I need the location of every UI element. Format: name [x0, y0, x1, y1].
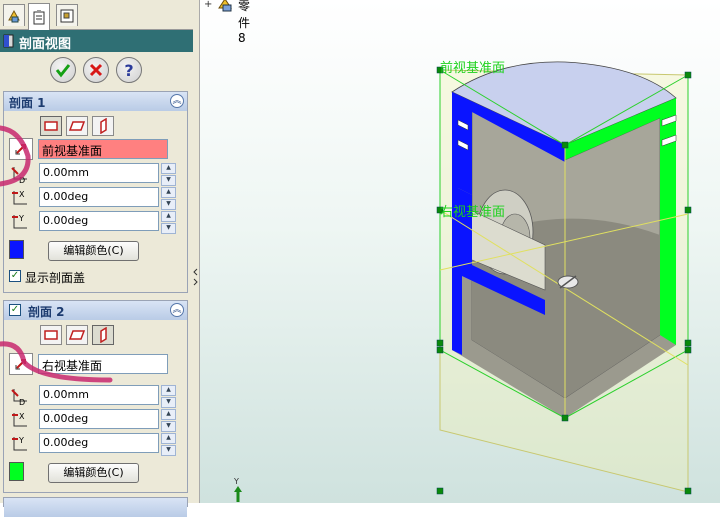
question-icon: ?	[124, 60, 134, 80]
front-plane-label[interactable]: 前视基准面	[440, 57, 505, 76]
feature-tree-tab[interactable]	[3, 4, 25, 26]
front-plane-icon	[44, 121, 58, 131]
distance-icon: D	[11, 167, 27, 184]
section-2-roty-field[interactable]: 0.00deg	[39, 433, 159, 453]
arrow-icon	[15, 144, 26, 155]
graphics-area[interactable]: + 零件8 Y 前视基准面 右视基准面	[200, 0, 720, 503]
svg-text:X: X	[19, 190, 25, 199]
section-2-title: 剖面 2	[28, 305, 65, 319]
front-plane-button[interactable]	[40, 116, 62, 136]
front-plane-icon	[44, 330, 58, 340]
right-plane-icon	[100, 327, 107, 343]
offset-spinner[interactable]: ▲ ▼	[161, 385, 176, 408]
right-plane-button[interactable]	[92, 116, 114, 136]
offset-spinner[interactable]: ▲ ▼	[161, 163, 176, 186]
section-1-reference-field[interactable]: 前视基准面	[38, 139, 168, 159]
section-2-rotx-field[interactable]: 0.00deg	[39, 409, 159, 429]
right-plane-icon	[100, 118, 107, 134]
reference-selector-icon[interactable]	[9, 138, 33, 160]
top-plane-icon	[69, 330, 85, 340]
section-1-edit-color-button[interactable]: 编辑颜色(C)	[48, 241, 139, 261]
section-2-group: ✓ 剖面 2 ︽ 右视基准面 D 0.00mm ▲ ▼ X 0.00deg ▲ ▼ …	[3, 300, 188, 493]
svg-text:D: D	[19, 398, 25, 406]
svg-text:D: D	[19, 176, 25, 184]
right-plane-label[interactable]: 右视基准面	[440, 201, 505, 220]
collapse-icon[interactable]: ︽	[170, 303, 184, 317]
configuration-manager-icon	[60, 9, 74, 22]
section-2-edit-color-button[interactable]: 编辑颜色(C)	[48, 463, 139, 483]
cancel-button[interactable]	[83, 57, 109, 83]
section-1-group: 剖面 1 ︽ 前视基准面 D 0.00mm ▲ ▼ X 0.00deg ▲ ▼ Y …	[3, 91, 188, 293]
ok-button[interactable]	[50, 57, 76, 83]
svg-text:Y: Y	[233, 477, 239, 486]
page-title: 剖面视图	[19, 37, 72, 52]
check-icon	[55, 64, 71, 78]
roty-spinner[interactable]: ▲ ▼	[161, 211, 176, 234]
property-manager-icon	[33, 10, 45, 25]
section-1-offset-field[interactable]: 0.00mm	[39, 163, 159, 183]
section-1-roty-row: Y 0.00deg ▲ ▼	[9, 211, 179, 234]
roty-spinner[interactable]: ▲ ▼	[161, 433, 176, 456]
section-view-icon	[3, 34, 14, 48]
svg-text:X: X	[19, 412, 25, 421]
show-cap-label: 显示剖面盖	[25, 271, 86, 285]
feature-tree-icon	[8, 9, 20, 22]
section-3-group	[3, 497, 188, 517]
svg-text:Y: Y	[18, 214, 24, 223]
section-2-header: ✓ 剖面 2 ︽	[4, 301, 187, 320]
rotx-spinner[interactable]: ▲ ▼	[161, 409, 176, 432]
section-1-roty-field[interactable]: 0.00deg	[39, 211, 159, 231]
section-1-header[interactable]: 剖面 1 ︽	[4, 92, 187, 111]
collapse-icon[interactable]: ︽	[170, 94, 184, 108]
rotate-x-icon: X	[12, 190, 27, 205]
x-icon	[89, 63, 103, 77]
svg-text:Y: Y	[18, 436, 24, 445]
show-cap-checkbox[interactable]: ✓	[9, 270, 21, 282]
rotate-y-icon: Y	[12, 214, 27, 229]
property-manager-header: 剖面视图	[0, 30, 193, 52]
section-3-header	[4, 498, 187, 517]
rotate-y-icon: Y	[12, 436, 27, 451]
rotation-triad-icon	[557, 275, 579, 289]
section-1-rotx-field[interactable]: 0.00deg	[39, 187, 159, 207]
top-plane-button[interactable]	[66, 325, 88, 345]
arrow-icon	[15, 359, 26, 370]
top-plane-button[interactable]	[66, 116, 88, 136]
section-1-offset-row: D 0.00mm ▲ ▼	[9, 163, 179, 186]
panel-splitter[interactable]	[193, 0, 200, 503]
section-2-roty-row: Y 0.00deg ▲ ▼	[9, 433, 179, 456]
manager-tabs	[0, 0, 193, 30]
section-1-color-swatch	[9, 240, 24, 259]
right-plane-button[interactable]	[92, 325, 114, 345]
rotx-spinner[interactable]: ▲ ▼	[161, 187, 176, 210]
property-manager-panel: 剖面视图 ? 剖面 1 ︽ 前视基准面 D 0.00mm ▲ ▼ X 0.00de…	[0, 0, 194, 517]
section-2-offset-field[interactable]: 0.00mm	[39, 385, 159, 405]
section-2-reference-field[interactable]: 右视基准面	[38, 354, 168, 374]
section-1-title: 剖面 1	[9, 96, 46, 110]
configuration-manager-tab[interactable]	[56, 4, 78, 26]
section-1-rotx-row: X 0.00deg ▲ ▼	[9, 187, 179, 210]
splitter-handle-icon	[193, 268, 198, 286]
section-2-offset-row: D 0.00mm ▲ ▼	[9, 385, 179, 408]
reference-selector-icon[interactable]	[9, 353, 33, 375]
section-2-color-swatch	[9, 462, 24, 481]
property-manager-tab[interactable]	[28, 3, 50, 30]
section-2-enable-checkbox[interactable]: ✓	[9, 304, 21, 316]
distance-icon: D	[11, 389, 27, 406]
top-plane-icon	[69, 121, 85, 131]
section-2-rotx-row: X 0.00deg ▲ ▼	[9, 409, 179, 432]
front-plane-button[interactable]	[40, 325, 62, 345]
rotate-x-icon: X	[12, 412, 27, 427]
axis-triad-icon: Y	[233, 477, 242, 502]
help-button[interactable]: ?	[116, 57, 142, 83]
